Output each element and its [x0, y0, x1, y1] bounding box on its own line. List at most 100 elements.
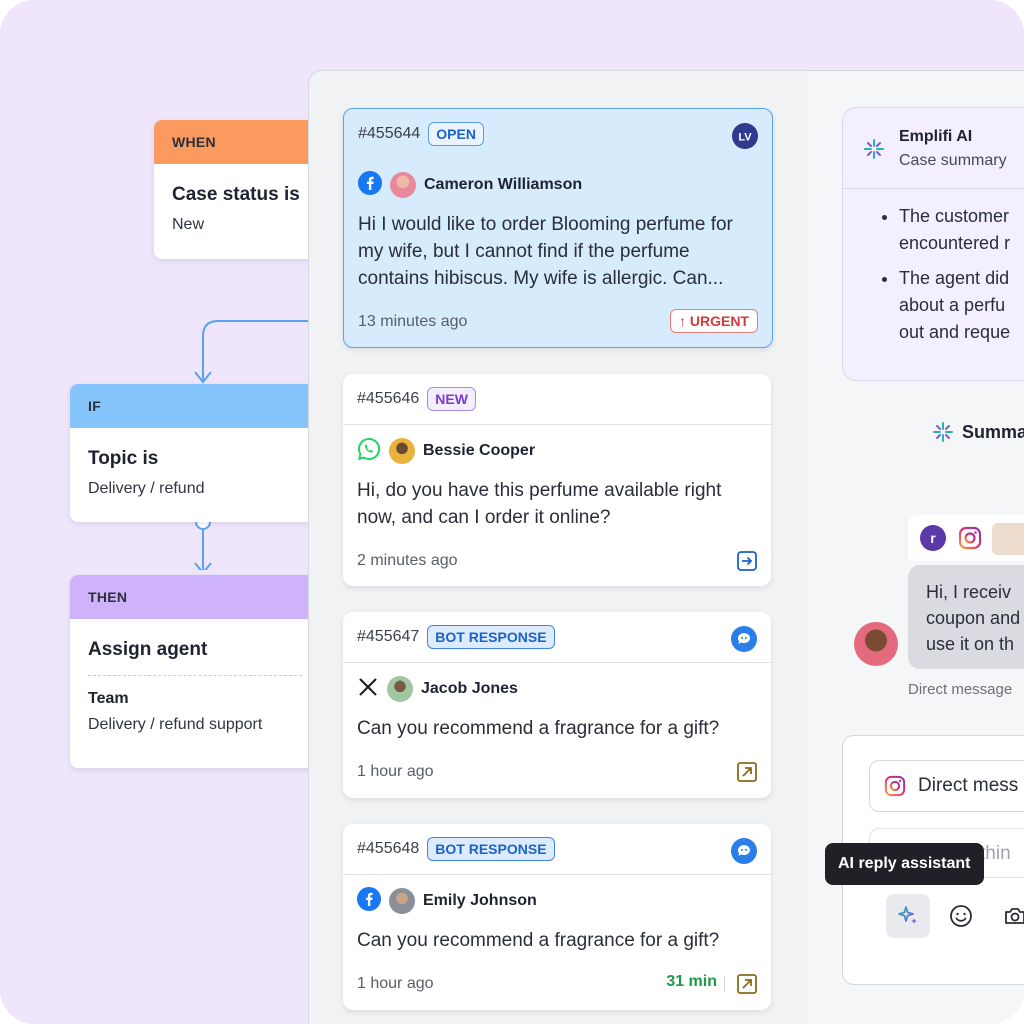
timestamp: 2 minutes ago [357, 552, 458, 569]
channel-label: Direct mess [918, 775, 1019, 796]
ai-name: Emplifi AI [899, 128, 973, 145]
when-condition-value: New [172, 216, 205, 233]
case-id: #455648 [357, 840, 420, 857]
summary-bullet: The agent did about a perfu out and reque [899, 265, 1024, 346]
open-case-icon[interactable] [737, 551, 757, 576]
customer-name: Cameron Williamson [424, 176, 583, 193]
external-link-icon[interactable] [737, 762, 757, 787]
avatar [389, 438, 415, 464]
instagram-icon [884, 775, 906, 797]
when-condition-title: Case status is [172, 184, 300, 205]
ai-summary-card: Emplifi AI Case summary The customer enco… [842, 107, 1024, 381]
sparkle-icon [863, 138, 885, 165]
svg-text:r: r [930, 530, 936, 546]
then-label: THEN [88, 589, 128, 605]
customer-name: Emily Johnson [423, 892, 537, 909]
message-line: coupon and [926, 608, 1021, 628]
sla-timer: 31 min [666, 973, 717, 990]
ai-reply-button[interactable] [886, 894, 930, 938]
attachment-thumbnail[interactable] [992, 523, 1024, 555]
message-preview: Can you recommend a fragrance for a gift… [357, 718, 720, 739]
facebook-icon [358, 170, 382, 200]
timestamp: 1 hour ago [357, 763, 434, 780]
assignee-avatar[interactable]: LV [732, 123, 758, 154]
when-header: WHEN [154, 120, 324, 164]
bot-icon [731, 838, 757, 869]
if-condition-title: Topic is [88, 448, 159, 469]
when-label: WHEN [172, 134, 216, 150]
message-header: r [908, 515, 1024, 561]
camera-icon [1005, 908, 1024, 924]
emoji-button[interactable] [939, 894, 983, 938]
workflow-then-card[interactable]: THEN Assign agent Team Delivery / refund… [70, 575, 320, 768]
chat-message-bubble: Hi, I receiv coupon and use it on th [908, 565, 1024, 669]
facebook-icon [357, 886, 381, 916]
summarize-label: Summa [962, 421, 1024, 442]
message-line: Hi, I receiv [926, 582, 1012, 602]
message-preview: Hi I would like to order Blooming perfum… [358, 214, 733, 289]
avatar [387, 676, 413, 702]
case-inbox-panel: #455644 OPEN LV Cameron Williamson Hi I … [308, 70, 810, 1024]
channel-selector[interactable]: Direct mess [869, 760, 1024, 812]
whatsapp-icon [357, 437, 381, 466]
brand-avatar-icon: r [920, 525, 946, 556]
summary-line: The agent did [899, 268, 1010, 288]
assignee-initials: LV [738, 132, 752, 144]
summary-list: The customer encountered r The agent did a… [843, 189, 1024, 346]
message-preview: Hi, do you have this perfume available r… [357, 480, 722, 528]
external-link-icon[interactable] [737, 974, 757, 999]
case-id: #455647 [357, 628, 420, 645]
divider [724, 976, 725, 992]
message-channel-label: Direct message [908, 681, 1013, 698]
summary-line: about a perfu [899, 295, 1006, 315]
case-card[interactable]: #455647 BOT RESPONSE Jacob Jones Can you… [343, 612, 771, 798]
instagram-icon [958, 526, 982, 555]
if-header: IF [70, 384, 320, 428]
team-value: Delivery / refund support [88, 716, 263, 733]
arrow-up-icon: ↑ [678, 313, 686, 329]
then-header: THEN [70, 575, 320, 619]
x-icon [357, 676, 379, 703]
smile-icon [950, 905, 972, 927]
customer-name: Jacob Jones [421, 680, 518, 697]
message-line: use it on th [926, 634, 1015, 654]
app-canvas: WHEN Case status is New IF Topic is Deli… [0, 0, 1024, 1024]
priority-label: URGENT [689, 313, 749, 329]
priority-badge: ↑ URGENT [669, 309, 758, 333]
case-card[interactable]: #455646 NEW Bessie Cooper Hi, do you hav… [343, 374, 771, 586]
ai-subtitle: Case summary [899, 152, 1007, 169]
agent-avatar [854, 622, 898, 666]
if-label: IF [88, 398, 102, 414]
timestamp: 1 hour ago [357, 975, 434, 992]
workflow-if-card[interactable]: IF Topic is Delivery / refund [70, 384, 320, 522]
summary-bullet: The customer encountered r [899, 203, 1024, 257]
customer-name: Bessie Cooper [423, 442, 536, 459]
ai-reply-tooltip: AI reply assistant [825, 843, 984, 885]
then-action-title: Assign agent [88, 639, 208, 660]
timestamp: 13 minutes ago [358, 313, 468, 330]
status-badge: BOT RESPONSE [427, 837, 555, 861]
case-card[interactable]: #455648 BOT RESPONSE Emily Johnson Can y… [343, 824, 771, 1010]
bot-icon [731, 626, 757, 657]
divider [88, 675, 302, 676]
status-badge: NEW [427, 387, 476, 411]
status-badge: OPEN [428, 122, 484, 146]
message-preview: Can you recommend a fragrance for a gift… [357, 930, 720, 951]
team-label: Team [88, 690, 129, 707]
avatar [390, 172, 416, 198]
input-placeholder: thin [980, 843, 1011, 864]
avatar [389, 888, 415, 914]
if-condition-value: Delivery / refund [88, 480, 205, 497]
sparkle-icon [933, 422, 953, 442]
status-badge: BOT RESPONSE [427, 625, 555, 649]
summary-line: The customer [899, 206, 1010, 226]
camera-button[interactable] [993, 894, 1024, 938]
summary-line: out and reque [899, 322, 1011, 342]
case-card[interactable]: #455644 OPEN LV Cameron Williamson Hi I … [343, 108, 773, 348]
case-id: #455646 [357, 390, 420, 407]
case-id: #455644 [358, 125, 421, 142]
summarize-button[interactable]: Summa [932, 421, 1024, 443]
summary-line: encountered r [899, 233, 1011, 253]
sparkle-icon [898, 906, 917, 924]
workflow-when-card[interactable]: WHEN Case status is New [154, 120, 324, 259]
